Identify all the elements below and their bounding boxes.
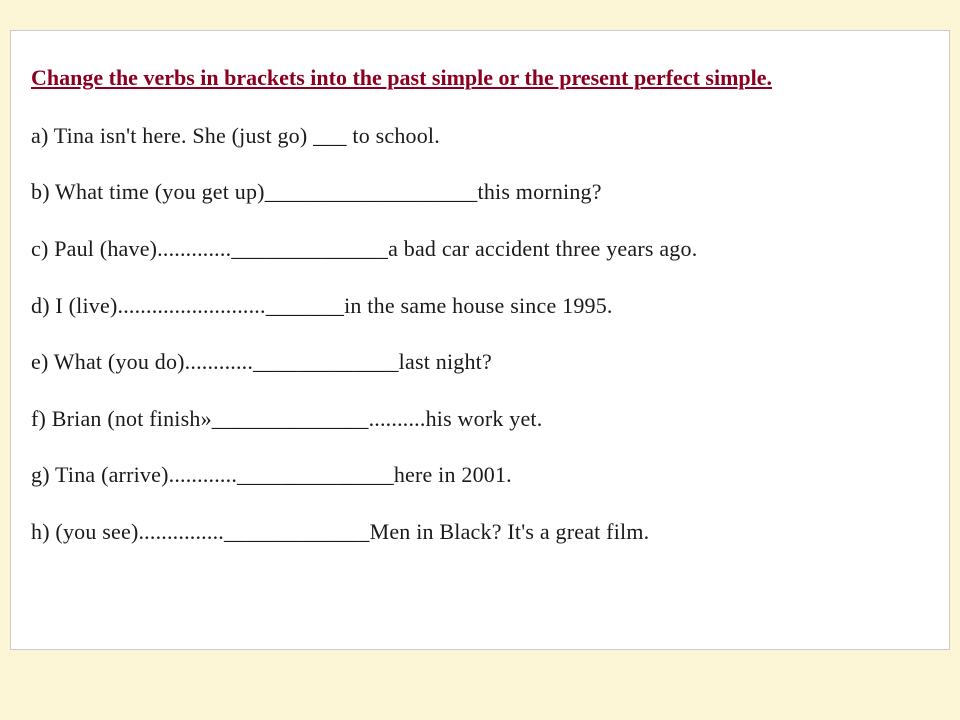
exercise-line-g: g) Tina (arrive)............____________… [31, 461, 929, 490]
exercise-line-f: f) Brian (not finish»______________.....… [31, 405, 929, 434]
exercise-line-e: e) What (you do)............____________… [31, 348, 929, 377]
instruction-title: Change the verbs in brackets into the pa… [31, 63, 929, 94]
exercise-line-d: d) I (live)..........................___… [31, 292, 929, 321]
exercise-line-c: c) Paul (have)............._____________… [31, 235, 929, 264]
worksheet-container: Change the verbs in brackets into the pa… [10, 30, 950, 650]
exercise-line-b: b) What time (you get up)_______________… [31, 178, 929, 207]
exercise-line-h: h) (you see)..............._____________… [31, 518, 929, 547]
exercise-line-a: a) Tina isn't here. She (just go) ___ to… [31, 122, 929, 151]
